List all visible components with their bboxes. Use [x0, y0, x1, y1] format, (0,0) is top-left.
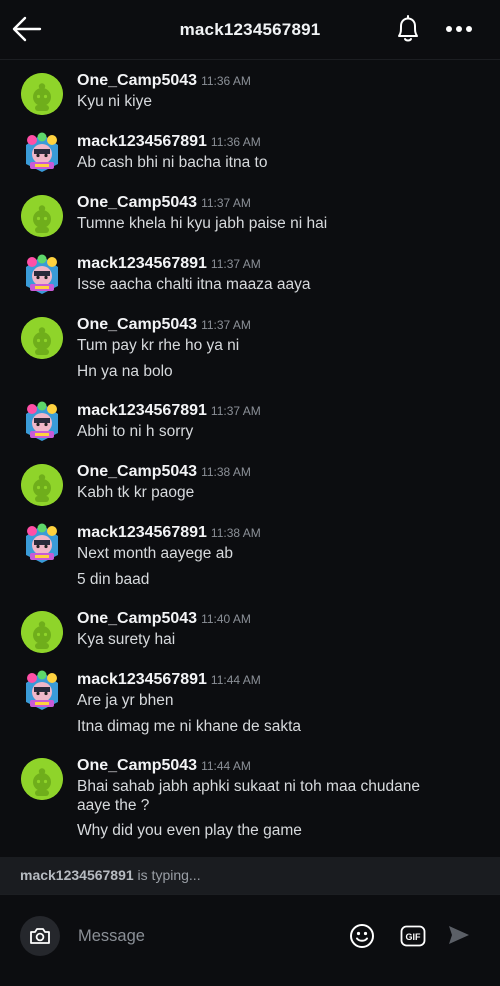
- gif-label: GIF: [406, 932, 422, 942]
- emoji-button[interactable]: [348, 922, 376, 950]
- message-meta: One_Camp5043 11:36 AM: [77, 72, 251, 90]
- message-meta: One_Camp5043 11:37 AM: [77, 316, 251, 334]
- message-meta: mack1234567891 11:37 AM: [77, 402, 261, 420]
- message-text: Kya surety hai: [77, 631, 176, 648]
- message-input[interactable]: [70, 919, 330, 953]
- camera-button[interactable]: [20, 916, 60, 956]
- message-meta: mack1234567891 11:44 AM: [77, 671, 261, 689]
- send-icon: [449, 926, 469, 944]
- message-meta: One_Camp5043 11:40 AM: [77, 610, 251, 628]
- message-meta: mack1234567891 11:38 AM: [77, 524, 261, 542]
- message-time: 11:44 AM: [201, 759, 251, 773]
- message-text: Kyu ni kiye: [77, 93, 152, 110]
- message-time: 11:44 AM: [210, 673, 261, 687]
- message-text: Abhi to ni h sorry: [77, 423, 194, 440]
- message-text: Ab cash bhi ni bacha itna to: [77, 154, 268, 171]
- message-text: Itna dimag me ni khane de sakta: [77, 718, 302, 735]
- chat-header: mack1234567891: [0, 0, 500, 60]
- message-text: Why did you even play the game: [77, 822, 302, 839]
- message-text: aaye the ?: [77, 797, 150, 814]
- gif-icon: GIF: [400, 925, 426, 947]
- rainbow-snoo-avatar[interactable]: [21, 669, 63, 711]
- message-author[interactable]: mack1234567891: [77, 255, 207, 272]
- rainbow-snoo-avatar[interactable]: [21, 400, 63, 442]
- smiley-icon: [350, 924, 374, 948]
- green-snoo-avatar[interactable]: [21, 73, 63, 115]
- message-author[interactable]: One_Camp5043: [77, 610, 197, 627]
- message-text: Bhai sahab jabh aphki sukaat ni toh maa …: [77, 778, 420, 795]
- message-author[interactable]: One_Camp5043: [77, 72, 197, 89]
- more-options-button[interactable]: [441, 12, 477, 46]
- camera-icon: [30, 928, 50, 944]
- bell-icon: [398, 15, 418, 42]
- gif-button[interactable]: GIF: [400, 924, 426, 948]
- message-time: 11:36 AM: [201, 74, 251, 88]
- message-author[interactable]: One_Camp5043: [77, 463, 197, 480]
- message-meta: mack1234567891 11:36 AM: [77, 133, 261, 151]
- green-snoo-avatar[interactable]: [21, 611, 63, 653]
- message-text: 5 din baad: [77, 571, 150, 588]
- message-time: 11:40 AM: [201, 612, 251, 626]
- green-snoo-avatar[interactable]: [21, 317, 63, 359]
- message-meta: One_Camp5043 11:37 AM: [77, 194, 251, 212]
- chat-title: mack1234567891: [179, 20, 321, 39]
- message-text: Isse aacha chalti itna maaza aaya: [77, 276, 311, 293]
- message-time: 11:37 AM: [201, 196, 251, 210]
- message-time: 11:37 AM: [201, 318, 251, 332]
- green-snoo-avatar[interactable]: [21, 195, 63, 237]
- rainbow-snoo-avatar[interactable]: [21, 253, 63, 295]
- message-text: Kabh tk kr paoge: [77, 484, 195, 501]
- message-time: 11:37 AM: [210, 404, 261, 418]
- message-author[interactable]: mack1234567891: [77, 524, 207, 541]
- message-text: Tumne khela hi kyu jabh paise ni hai: [77, 215, 328, 232]
- message-author[interactable]: mack1234567891: [77, 402, 207, 419]
- message-author[interactable]: One_Camp5043: [77, 194, 197, 211]
- message-time: 11:36 AM: [210, 135, 261, 149]
- typing-indicator: mack1234567891 is typing...: [0, 857, 500, 894]
- message-meta: One_Camp5043 11:38 AM: [77, 463, 251, 481]
- message-time: 11:37 AM: [210, 257, 261, 271]
- message-meta: mack1234567891 11:37 AM: [77, 255, 261, 273]
- message-author[interactable]: mack1234567891: [77, 133, 207, 150]
- rainbow-snoo-avatar[interactable]: [21, 131, 63, 173]
- message-text: Tum pay kr rhe ho ya ni: [77, 337, 240, 354]
- send-button[interactable]: [446, 922, 472, 948]
- typing-text: is typing...: [133, 867, 201, 883]
- message-text: Next month aayege ab: [77, 545, 233, 562]
- more-horizontal-icon: [446, 26, 472, 32]
- message-text: Hn ya na bolo: [77, 363, 173, 380]
- typing-user: mack1234567891: [20, 867, 134, 883]
- message-author[interactable]: One_Camp5043: [77, 316, 197, 333]
- notifications-button[interactable]: [391, 12, 425, 46]
- message-time: 11:38 AM: [201, 465, 251, 479]
- message-list[interactable]: One_Camp5043 11:36 AM Kyu ni kiye mack12345…: [0, 60, 500, 856]
- message-meta: One_Camp5043 11:44 AM: [77, 757, 251, 775]
- message-author[interactable]: mack1234567891: [77, 671, 207, 688]
- message-time: 11:38 AM: [210, 526, 261, 540]
- green-snoo-avatar[interactable]: [21, 758, 63, 800]
- rainbow-snoo-avatar[interactable]: [21, 522, 63, 564]
- message-composer: GIF: [0, 894, 500, 986]
- green-snoo-avatar[interactable]: [21, 464, 63, 506]
- message-text: Are ja yr bhen: [77, 692, 174, 709]
- message-author[interactable]: One_Camp5043: [77, 757, 197, 774]
